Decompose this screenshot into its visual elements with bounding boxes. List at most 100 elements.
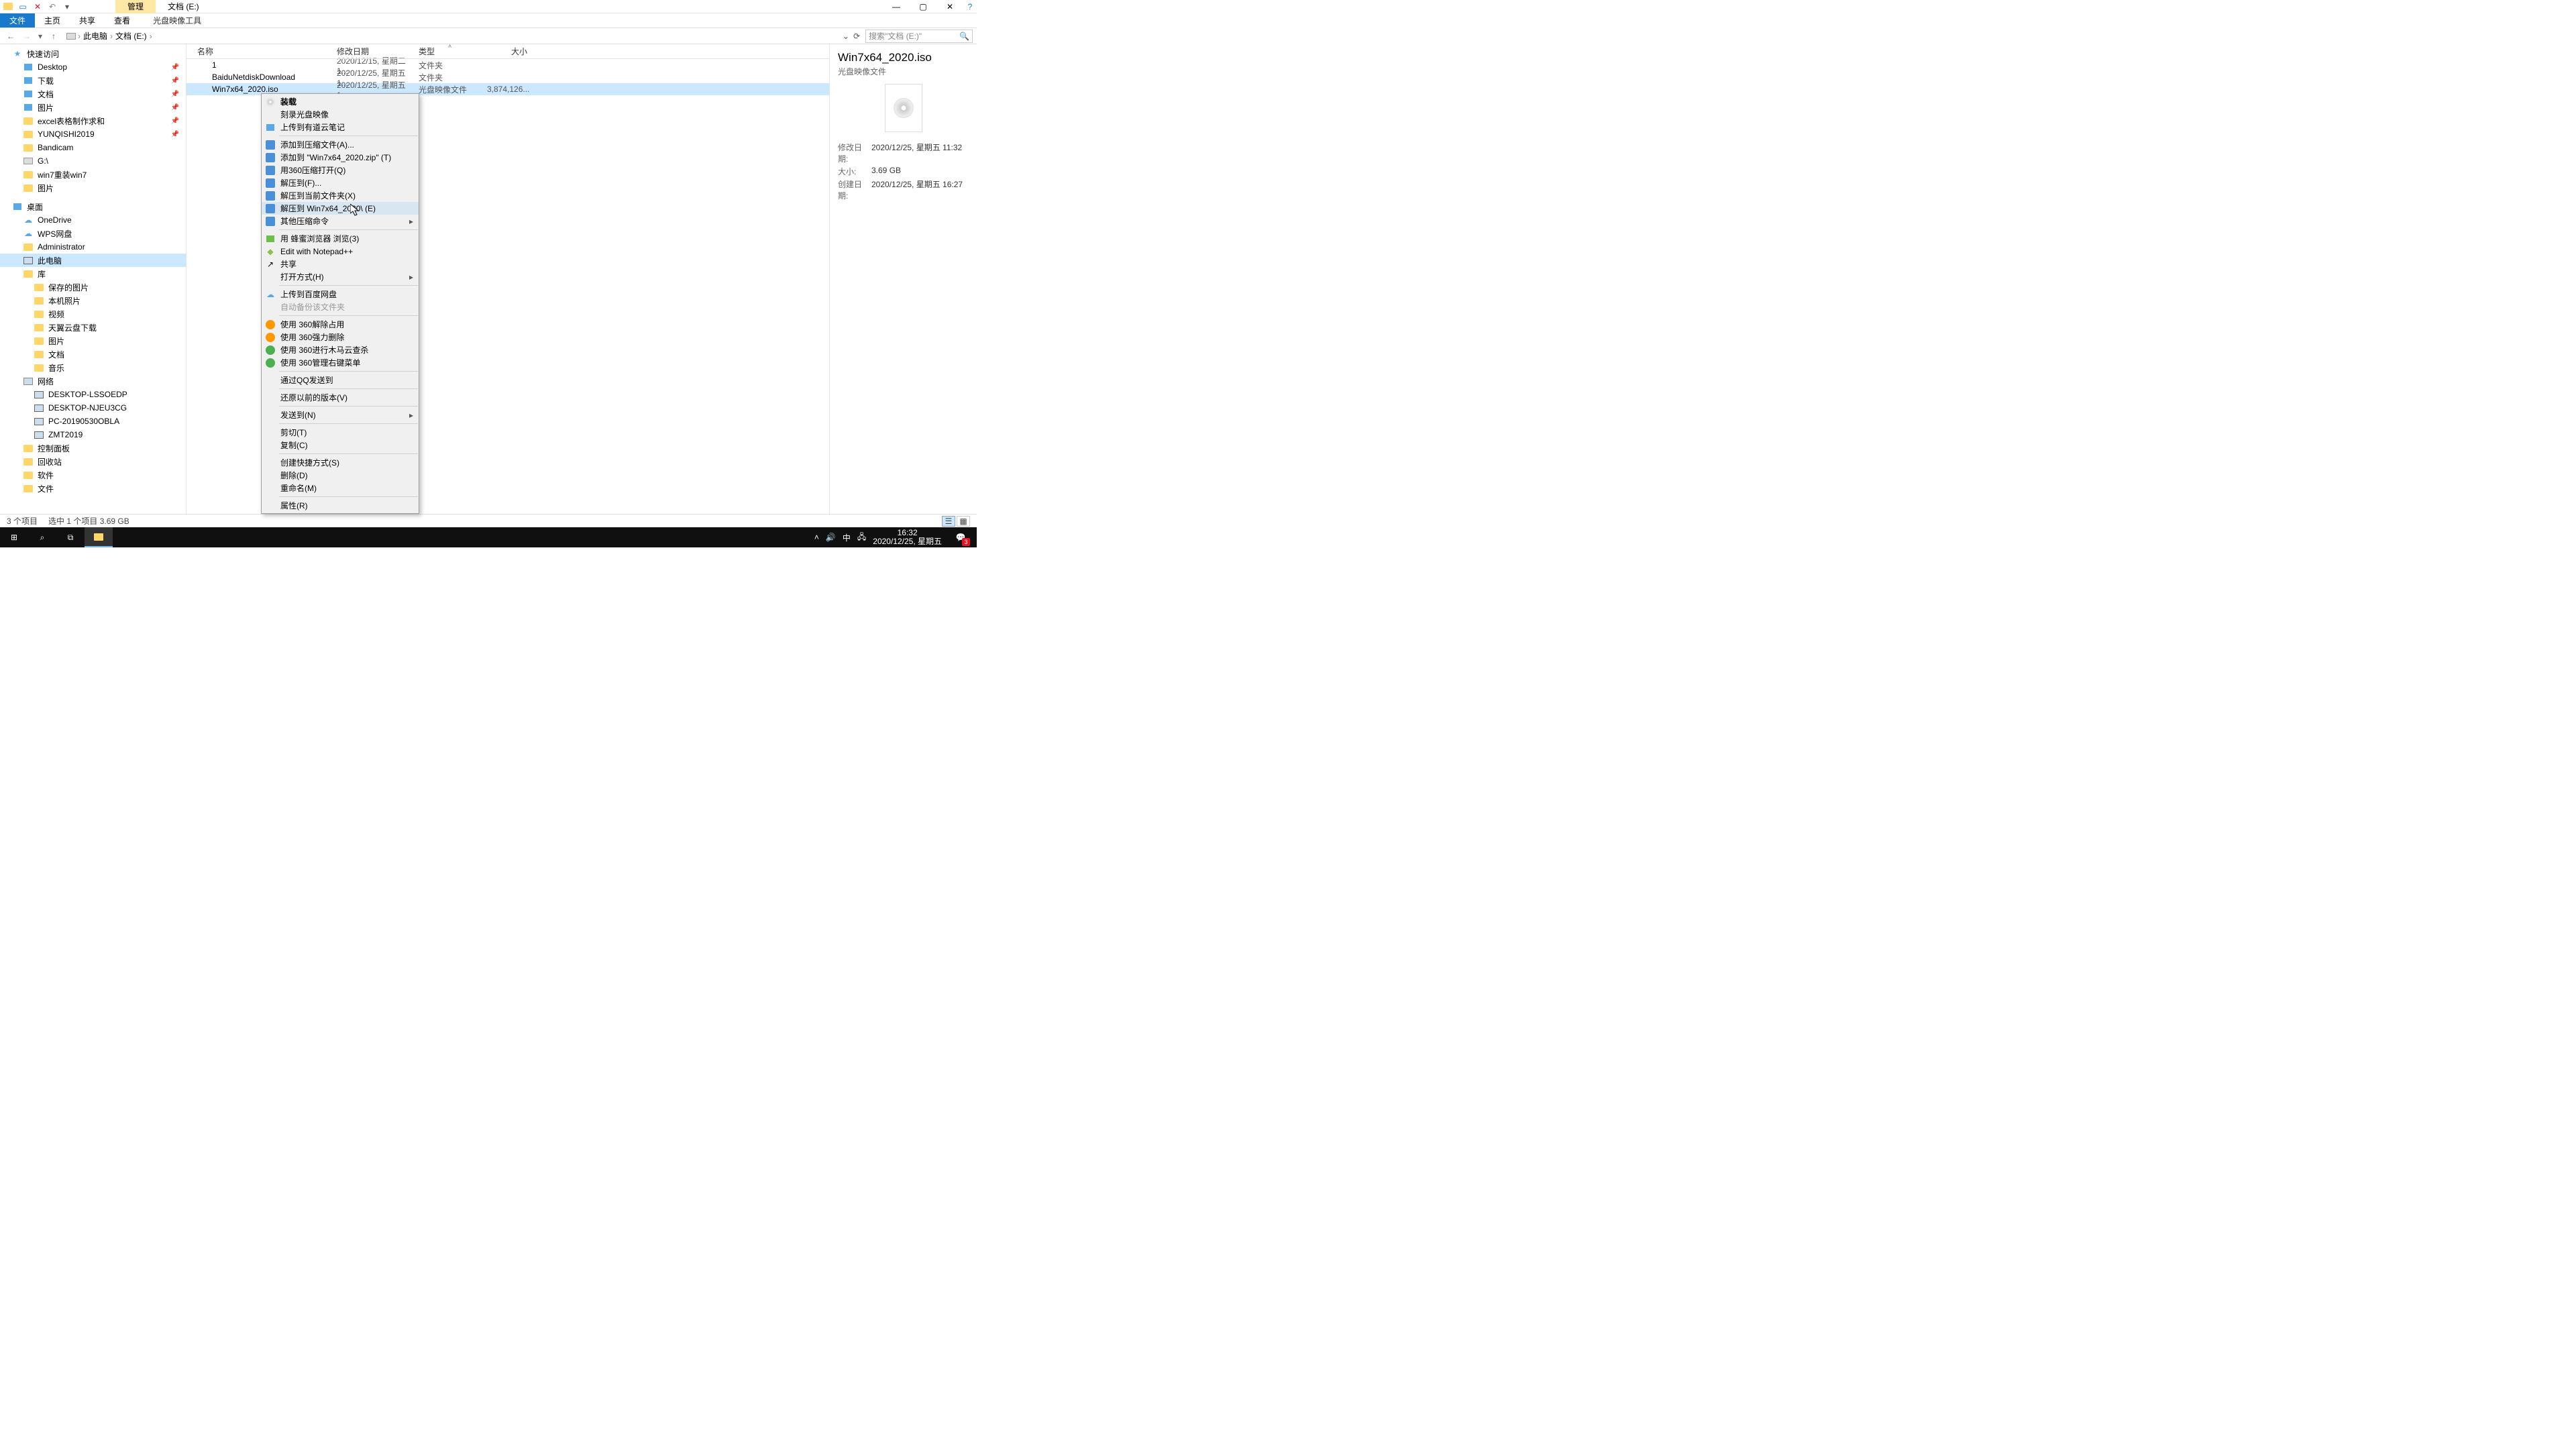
- menu-item[interactable]: 解压到 Win7x64_2020\ (E): [262, 202, 419, 215]
- save-icon[interactable]: ▭: [17, 1, 28, 12]
- tree-item[interactable]: Administrator: [0, 240, 186, 254]
- tree-item[interactable]: 视频: [0, 307, 186, 321]
- tree-item[interactable]: PC-20190530OBLA: [0, 415, 186, 428]
- ribbon-tab-home[interactable]: 主页: [35, 13, 70, 28]
- menu-item[interactable]: 添加到 "Win7x64_2020.zip" (T): [262, 151, 419, 164]
- search-button[interactable]: ⌕: [28, 527, 56, 547]
- tree-quick-access[interactable]: ★ 快速访问: [0, 47, 186, 60]
- tree-item[interactable]: 天翼云盘下载: [0, 321, 186, 334]
- menu-item[interactable]: 解压到当前文件夹(X): [262, 189, 419, 202]
- menu-item[interactable]: ◆ Edit with Notepad++: [262, 245, 419, 258]
- back-button[interactable]: ←: [4, 30, 17, 43]
- menu-item[interactable]: 发送到(N) ▸: [262, 409, 419, 421]
- start-button[interactable]: ⊞: [0, 527, 28, 547]
- tree-item[interactable]: win7重装win7: [0, 168, 186, 181]
- ime-indicator[interactable]: 中: [843, 532, 851, 543]
- help-button[interactable]: ?: [963, 0, 977, 13]
- column-type[interactable]: 类型: [419, 46, 487, 57]
- file-row[interactable]: BaiduNetdiskDownload 2020/12/25, 星期五 1..…: [186, 71, 829, 83]
- menu-item[interactable]: 装载: [262, 95, 419, 108]
- tree-item[interactable]: 音乐: [0, 361, 186, 374]
- close-icon[interactable]: ✕: [32, 1, 43, 12]
- menu-item[interactable]: 打开方式(H) ▸: [262, 270, 419, 283]
- tree-item[interactable]: excel表格制作求和📌: [0, 114, 186, 127]
- menu-item[interactable]: 使用 360强力删除: [262, 331, 419, 343]
- tree-item[interactable]: 本机照片: [0, 294, 186, 307]
- recent-dropdown[interactable]: ▾: [36, 30, 44, 43]
- menu-item[interactable]: 用360压缩打开(Q): [262, 164, 419, 176]
- tree-item[interactable]: 图片: [0, 181, 186, 195]
- tree-item[interactable]: Bandicam: [0, 141, 186, 154]
- maximize-button[interactable]: ▢: [910, 0, 936, 13]
- tree-item[interactable]: ☁ WPS网盘: [0, 227, 186, 240]
- menu-item[interactable]: 其他压缩命令 ▸: [262, 215, 419, 227]
- tree-network[interactable]: 网络: [0, 374, 186, 388]
- explorer-taskbar-button[interactable]: [85, 527, 113, 547]
- tree-item[interactable]: 文件: [0, 482, 186, 495]
- tree-item[interactable]: G:\: [0, 154, 186, 168]
- menu-item[interactable]: 使用 360解除占用: [262, 318, 419, 331]
- chevron-down-icon[interactable]: ⌄: [843, 32, 849, 41]
- menu-item[interactable]: 刻录光盘映像: [262, 108, 419, 121]
- view-details-button[interactable]: ☰: [942, 516, 955, 527]
- breadcrumb-segment[interactable]: 文档 (E:): [114, 30, 148, 42]
- ribbon-tab-file[interactable]: 文件: [0, 13, 35, 28]
- tree-item[interactable]: 下载📌: [0, 74, 186, 87]
- up-button[interactable]: ↑: [47, 30, 60, 43]
- menu-item[interactable]: ☁ 上传到百度网盘: [262, 288, 419, 301]
- ribbon-tab-share[interactable]: 共享: [70, 13, 105, 28]
- menu-item[interactable]: ↗ 共享: [262, 258, 419, 270]
- file-row[interactable]: 1 2020/12/15, 星期二 1...文件夹: [186, 59, 829, 71]
- notification-button[interactable]: 💬 3: [949, 527, 973, 547]
- close-button[interactable]: ✕: [936, 0, 963, 13]
- task-view-button[interactable]: ⧉: [56, 527, 85, 547]
- breadcrumb[interactable]: › 此电脑 › 文档 (E:) › ⌄ ⟳: [63, 30, 863, 42]
- tree-item[interactable]: 库: [0, 267, 186, 280]
- breadcrumb-segment[interactable]: 此电脑: [82, 30, 109, 42]
- column-name[interactable]: 名称: [186, 46, 337, 57]
- tree-item[interactable]: 文档: [0, 347, 186, 361]
- column-size[interactable]: 大小: [487, 46, 534, 57]
- ribbon-context-tab[interactable]: 管理: [115, 0, 156, 13]
- tree-item[interactable]: 控制面板: [0, 441, 186, 455]
- menu-item[interactable]: 解压到(F)...: [262, 176, 419, 189]
- undo-icon[interactable]: ↶: [47, 1, 58, 12]
- search-input[interactable]: 搜索"文档 (E:)" 🔍: [865, 30, 973, 43]
- tree-item[interactable]: Desktop📌: [0, 60, 186, 74]
- ribbon-tab-view[interactable]: 查看: [105, 13, 140, 28]
- view-icons-button[interactable]: ▦: [957, 516, 970, 527]
- tree-item[interactable]: DESKTOP-LSSOEDP: [0, 388, 186, 401]
- clock[interactable]: 16:32 2020/12/25, 星期五: [873, 529, 942, 546]
- menu-item[interactable]: 使用 360管理右键菜单: [262, 356, 419, 369]
- menu-item[interactable]: 属性(R): [262, 499, 419, 512]
- ribbon-tab-disc-tools[interactable]: 光盘映像工具: [144, 13, 211, 28]
- tree-item[interactable]: ZMT2019: [0, 428, 186, 441]
- menu-item[interactable]: 添加到压缩文件(A)...: [262, 138, 419, 151]
- tree-item[interactable]: 此电脑: [0, 254, 186, 267]
- tree-item[interactable]: 图片: [0, 334, 186, 347]
- minimize-button[interactable]: ―: [883, 0, 910, 13]
- tree-item[interactable]: 文档📌: [0, 87, 186, 101]
- tree-item[interactable]: 回收站: [0, 455, 186, 468]
- forward-button[interactable]: →: [20, 30, 34, 43]
- tree-item[interactable]: DESKTOP-NJEU3CG: [0, 401, 186, 415]
- tree-item[interactable]: 保存的图片: [0, 280, 186, 294]
- menu-item[interactable]: 使用 360进行木马云查杀: [262, 343, 419, 356]
- menu-item[interactable]: 删除(D): [262, 469, 419, 482]
- menu-item[interactable]: 剪切(T): [262, 426, 419, 439]
- tree-item[interactable]: 软件: [0, 468, 186, 482]
- tray-chevron-icon[interactable]: ˄: [814, 533, 819, 542]
- column-date[interactable]: 修改日期: [337, 46, 419, 57]
- network-icon[interactable]: 🖧: [857, 531, 866, 545]
- tree-desktop[interactable]: 桌面: [0, 200, 186, 213]
- tree-item[interactable]: 图片📌: [0, 101, 186, 114]
- menu-item[interactable]: 复制(C): [262, 439, 419, 451]
- menu-item[interactable]: 重命名(M): [262, 482, 419, 494]
- menu-item[interactable]: 通过QQ发送到: [262, 374, 419, 386]
- menu-item[interactable]: 创建快捷方式(S): [262, 456, 419, 469]
- tree-item[interactable]: YUNQISHI2019📌: [0, 127, 186, 141]
- menu-item[interactable]: 还原以前的版本(V): [262, 391, 419, 404]
- refresh-icon[interactable]: ⟳: [853, 32, 860, 41]
- volume-icon[interactable]: 🔊: [826, 533, 836, 542]
- menu-item[interactable]: 用 蜂蜜浏览器 浏览(3): [262, 232, 419, 245]
